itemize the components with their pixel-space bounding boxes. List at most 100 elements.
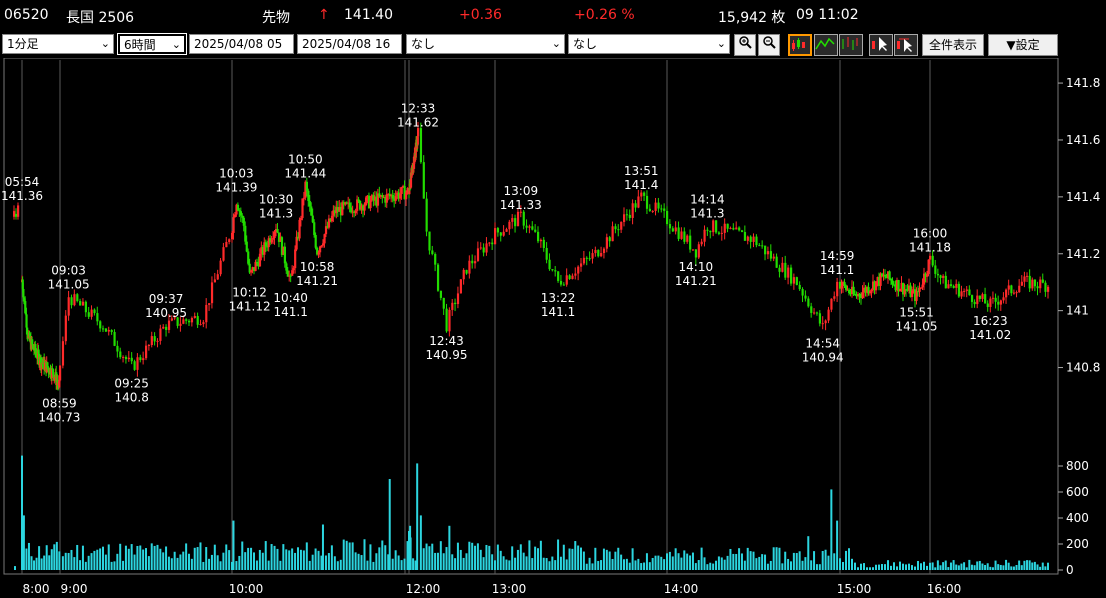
candle-body: [150, 336, 153, 346]
candle-body: [102, 328, 105, 330]
candle-body: [758, 245, 761, 247]
indicator2-select[interactable]: なし ⌄: [568, 34, 730, 54]
candle-body: [196, 316, 199, 325]
candle-body: [285, 263, 288, 271]
volume-bar: [994, 560, 997, 570]
span-select[interactable]: 6時間 ⌄: [117, 33, 187, 55]
candle-body: [119, 351, 122, 358]
volume-bar: [942, 562, 945, 570]
last-price: 141.40: [344, 7, 393, 23]
volume-bar: [545, 558, 548, 570]
candle-body: [582, 257, 586, 264]
volume-bar: [55, 541, 58, 570]
volume-bar: [369, 544, 372, 570]
volume-bar: [1039, 566, 1042, 570]
candle-body: [963, 290, 966, 292]
volume-bar: [136, 545, 139, 570]
candle-body: [270, 239, 273, 243]
candle-body: [162, 326, 165, 329]
price-volume-chart[interactable]: 141.8 141.6 141.4 141.2 141 140.8 800 600 400 200…: [0, 58, 1106, 598]
candle-body: [93, 309, 96, 314]
candle-body: [202, 322, 205, 325]
volume-bar: [445, 547, 448, 570]
volume-bar: [559, 556, 562, 570]
candle-body: [236, 204, 240, 211]
volume-bar: [311, 554, 314, 570]
volume-bar: [43, 555, 46, 570]
candle-body: [761, 245, 764, 247]
candle-body: [571, 275, 574, 280]
candle-body: [238, 210, 241, 212]
volume-bar: [505, 559, 508, 570]
volume-bar: [851, 558, 853, 570]
from-date-input[interactable]: 2025/04/08 05: [189, 34, 294, 54]
candle-body: [559, 280, 563, 285]
candle-body: [298, 219, 301, 239]
volume-bar: [689, 555, 692, 570]
line-chart-button[interactable]: [814, 34, 838, 56]
candle-body: [743, 231, 747, 241]
trend-tool-button[interactable]: [894, 34, 918, 56]
volume-bar: [648, 562, 651, 570]
candle-body: [454, 302, 457, 305]
zoom-out-button[interactable]: [758, 34, 780, 56]
candle-body: [64, 315, 67, 342]
show-all-button[interactable]: 全件表示: [922, 34, 984, 56]
candle-body: [970, 295, 974, 302]
candle-body: [405, 192, 408, 200]
volume-bar: [720, 557, 723, 570]
candle-body: [320, 245, 323, 247]
settings-button[interactable]: ▼設定: [988, 34, 1058, 56]
volume-bar: [250, 547, 253, 570]
volume-bar: [1028, 560, 1031, 570]
candle-body: [801, 289, 804, 296]
volume-bar: [565, 559, 568, 570]
to-date-value: 2025/04/08 16: [302, 37, 391, 51]
ohlc-chart-button[interactable]: [839, 34, 863, 56]
volume-bar: [267, 560, 270, 570]
candlestick-chart-button[interactable]: [788, 34, 812, 56]
candle-body: [588, 258, 591, 260]
volume-bar: [947, 567, 950, 570]
candle-body: [425, 198, 428, 232]
zoom-in-button[interactable]: [734, 34, 756, 56]
volume-bar: [746, 547, 749, 570]
annotation-value: 141.1: [273, 305, 307, 319]
volume-bar: [1026, 560, 1029, 570]
crosshair-tool-button[interactable]: [869, 34, 893, 56]
volume-bar: [294, 552, 297, 570]
interval-select[interactable]: 1分足 ⌄: [2, 34, 114, 54]
volume-bar: [193, 547, 196, 570]
volume-bar: [190, 558, 193, 570]
volume-bar: [978, 560, 981, 570]
volume-bar: [459, 549, 462, 570]
annotation-value: 141.4: [624, 178, 658, 192]
volume-bar: [1005, 559, 1008, 570]
candle-body: [313, 222, 316, 235]
volume-bar: [122, 560, 125, 570]
candle-body: [918, 287, 921, 292]
candle-body: [321, 243, 325, 246]
candle-body: [605, 237, 608, 249]
indicator1-select[interactable]: なし ⌄: [406, 34, 565, 54]
volume-bar: [327, 553, 330, 570]
candle-body: [124, 356, 128, 360]
volume-bar: [582, 551, 585, 570]
candle-body: [299, 218, 303, 220]
volume-bar: [73, 557, 76, 570]
to-date-input[interactable]: 2025/04/08 16: [297, 34, 402, 54]
volume-bar: [813, 551, 816, 570]
volume-bar: [764, 554, 767, 570]
volume-bar: [305, 542, 308, 570]
volume-bar: [896, 566, 898, 570]
x-tick-label: 14:00: [664, 582, 699, 596]
annotation-time: 08:59: [42, 396, 77, 410]
candle-body: [182, 319, 185, 324]
candle-body: [451, 302, 454, 310]
annotation-value: 141.3: [690, 206, 724, 220]
candle-body: [775, 256, 778, 268]
volume-bar: [991, 567, 994, 570]
chart-toolbar: 1分足 ⌄ 6時間 ⌄ 2025/04/08 05 2025/04/08 16 なし…: [0, 32, 1106, 58]
candle-body: [732, 227, 735, 230]
candle-body: [755, 236, 758, 246]
